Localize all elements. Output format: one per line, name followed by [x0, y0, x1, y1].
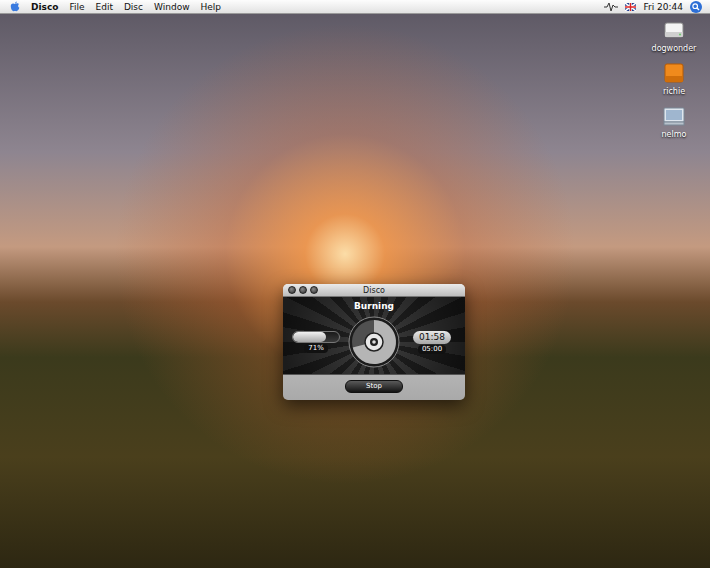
title-bar[interactable]: Disco — [283, 284, 465, 297]
desktop-icon-label[interactable]: nelmo — [662, 130, 687, 139]
zoom-button[interactable] — [310, 286, 318, 294]
status-label: Burning — [354, 300, 394, 312]
desktop-icon-label[interactable]: dogwonder — [652, 44, 697, 53]
progress-reading: 71% — [304, 344, 328, 353]
time-gauge: 01:5805:00 — [407, 331, 457, 354]
app-menu[interactable]: Disco — [31, 1, 58, 13]
desktop-icon[interactable]: dogwonder — [652, 18, 697, 53]
minimize-button[interactable] — [299, 286, 307, 294]
network-volume-icon[interactable] — [662, 104, 686, 128]
desktop-icon[interactable]: richie — [662, 61, 686, 96]
menu-item[interactable]: Edit — [96, 1, 113, 13]
menu-item[interactable]: Disc — [124, 1, 143, 13]
desktop-icon-label[interactable]: richie — [663, 87, 685, 96]
window-title: Disco — [283, 286, 465, 295]
external-drive-icon[interactable] — [662, 61, 686, 85]
spotlight-icon[interactable] — [690, 1, 702, 13]
menu-item[interactable]: Help — [201, 1, 222, 13]
screen: DiscoFileEditDiscWindowHelpFri 20:44dogw… — [0, 0, 710, 568]
hard-drive-icon[interactable] — [662, 18, 686, 42]
desktop-icons: dogwonder richie nelmo — [648, 18, 700, 139]
desktop-icon[interactable]: nelmo — [662, 104, 687, 139]
menu-item[interactable]: Window — [154, 1, 190, 13]
close-button[interactable] — [288, 286, 296, 294]
progress-track — [292, 331, 340, 343]
disc-icon — [348, 316, 400, 368]
menu-item[interactable]: File — [69, 1, 84, 13]
apple-icon[interactable] — [10, 1, 20, 12]
burn-panel: Burning 71% 01:5805:00 — [283, 297, 465, 375]
clock[interactable]: Fri 20:44 — [643, 1, 683, 13]
stop-button[interactable]: Stop — [345, 380, 403, 393]
flag-icon[interactable] — [625, 3, 636, 11]
progress-fill — [293, 332, 326, 342]
progress-gauge: 71% — [291, 331, 341, 353]
menu-bar: Disco File Edit Disc Window Help Fri 20:44 — [0, 0, 710, 14]
desktop-photo: dogwonder richie nelmo Disco Burning 71% 01:58… — [0, 14, 710, 568]
activity-icon[interactable] — [604, 2, 618, 12]
elapsed-time: 01:58 — [413, 331, 451, 344]
total-time: 05:00 — [418, 345, 446, 354]
disco-window: Disco Burning 71% 01:5805:00 Stop — [283, 284, 465, 400]
